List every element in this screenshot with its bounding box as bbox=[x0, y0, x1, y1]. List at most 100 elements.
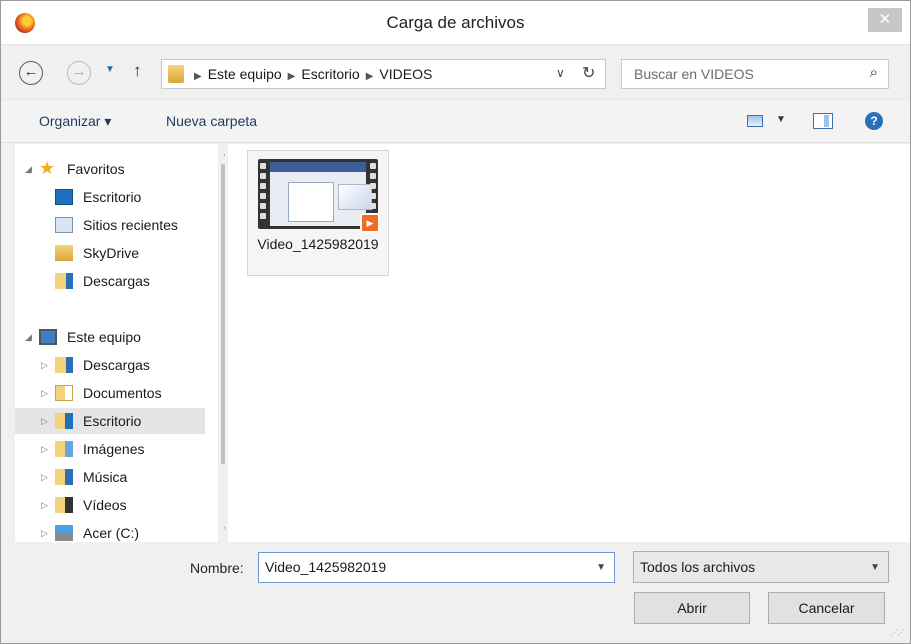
tree-label: Documentos bbox=[83, 385, 162, 401]
tree-label: Favoritos bbox=[67, 161, 125, 177]
skydrive-folder-icon bbox=[55, 245, 73, 261]
tree-item-descargas-fav[interactable]: Descargas bbox=[15, 268, 205, 294]
nav-scrollbar[interactable]: ∧ ∨ bbox=[218, 144, 225, 542]
tree-item-acer-c[interactable]: ▷ Acer (C:) bbox=[15, 520, 205, 542]
collapsed-arrow-icon[interactable]: ▷ bbox=[41, 436, 48, 462]
tree-label: Este equipo bbox=[67, 329, 141, 345]
up-button[interactable]: ↑ bbox=[133, 61, 142, 81]
tree-label: Descargas bbox=[83, 357, 150, 373]
search-input[interactable]: Buscar en VIDEOS bbox=[634, 66, 754, 82]
tree-item-documentos[interactable]: ▷ Documentos bbox=[15, 380, 205, 406]
view-options-dropdown[interactable]: ▼ bbox=[776, 114, 786, 125]
filename-input[interactable]: Video_1425982019 ▼ bbox=[258, 552, 615, 583]
collapsed-arrow-icon[interactable]: ▷ bbox=[41, 380, 48, 406]
film-strip bbox=[260, 163, 266, 225]
drive-icon bbox=[55, 525, 73, 541]
tree-favorites[interactable]: ◢ ★ Favoritos bbox=[15, 156, 205, 182]
expanded-arrow-icon[interactable]: ◢ bbox=[25, 324, 32, 350]
back-button[interactable]: ← bbox=[19, 61, 43, 85]
tree-label: Sitios recientes bbox=[83, 217, 178, 233]
cancel-button[interactable]: Cancelar bbox=[768, 592, 885, 624]
desktop-icon bbox=[55, 189, 73, 205]
file-item-video[interactable]: ▶ Video_1425982019 bbox=[247, 150, 389, 276]
tree-item-skydrive[interactable]: SkyDrive bbox=[15, 240, 205, 266]
tree-item-musica[interactable]: ▷ Música bbox=[15, 464, 205, 490]
tree-label: Acer (C:) bbox=[83, 525, 139, 541]
filename-label: Nombre: bbox=[190, 560, 244, 576]
file-type-value: Todos los archivos bbox=[640, 559, 756, 575]
organize-menu[interactable]: Organizar ▾ bbox=[39, 113, 111, 130]
tree-item-escritorio-fav[interactable]: Escritorio bbox=[15, 184, 205, 210]
tree-label: Imágenes bbox=[83, 441, 145, 457]
file-list: ▶ Video_1425982019 bbox=[228, 144, 910, 542]
star-icon: ★ bbox=[39, 158, 56, 178]
documents-folder-icon bbox=[55, 385, 73, 401]
address-dropdown-icon[interactable]: ∨ bbox=[556, 66, 565, 80]
resize-grip-icon[interactable]: ⋰⋰ bbox=[890, 628, 905, 637]
tree-item-videos[interactable]: ▷ Vídeos bbox=[15, 492, 205, 518]
tree-label: Música bbox=[83, 469, 128, 485]
navigation-row: ← → ▼ ↑ ▶ Este equipo ▶ Escritorio ▶ VIDEOS ∨… bbox=[1, 53, 910, 93]
open-button[interactable]: Abrir bbox=[634, 592, 750, 624]
scroll-down-icon[interactable]: ∨ bbox=[223, 525, 225, 536]
recent-locations-dropdown[interactable]: ▼ bbox=[105, 64, 115, 75]
search-icon[interactable]: ⌕ bbox=[870, 64, 878, 81]
tree-label: Escritorio bbox=[83, 413, 142, 429]
tree-label: Vídeos bbox=[83, 497, 127, 513]
pictures-folder-icon bbox=[55, 441, 73, 457]
thumbnail-chart bbox=[338, 184, 372, 210]
collapsed-arrow-icon[interactable]: ▷ bbox=[41, 520, 48, 542]
forward-button[interactable]: → bbox=[67, 61, 91, 85]
tree-label: Descargas bbox=[83, 273, 150, 289]
recent-places-icon bbox=[55, 217, 73, 233]
videos-folder-icon bbox=[55, 497, 73, 513]
folder-icon bbox=[168, 65, 184, 83]
scroll-up-icon[interactable]: ∧ bbox=[223, 148, 225, 159]
help-icon[interactable]: ? bbox=[865, 112, 883, 130]
collapsed-arrow-icon[interactable]: ▷ bbox=[41, 352, 48, 378]
address-bar[interactable]: ▶ Este equipo ▶ Escritorio ▶ VIDEOS ∨ ↻ bbox=[161, 59, 606, 89]
thumbnail-screen bbox=[270, 162, 372, 226]
expanded-arrow-icon[interactable]: ◢ bbox=[25, 156, 32, 182]
navigation-pane: ◢ ★ Favoritos Escritorio Sitios reciente… bbox=[15, 144, 225, 542]
play-icon: ▶ bbox=[360, 213, 380, 233]
search-box[interactable]: Buscar en VIDEOS ⌕ bbox=[621, 59, 889, 89]
breadcrumb-escritorio[interactable]: Escritorio bbox=[301, 66, 359, 82]
chevron-right-icon: ▶ bbox=[194, 71, 202, 82]
breadcrumb-este-equipo[interactable]: Este equipo bbox=[208, 66, 282, 82]
collapsed-arrow-icon[interactable]: ▷ bbox=[41, 464, 48, 490]
desktop-folder-icon bbox=[55, 413, 73, 429]
file-upload-dialog: Carga de archivos ✕ ← → ▼ ↑ ▶ Este equipo… bbox=[0, 0, 911, 644]
tree-label: Escritorio bbox=[83, 189, 142, 205]
preview-pane-icon[interactable] bbox=[813, 113, 833, 129]
chevron-right-icon: ▶ bbox=[365, 71, 374, 82]
title-bar: Carga de archivos ✕ bbox=[1, 1, 910, 45]
thumbnail-panel bbox=[288, 182, 334, 222]
tree-item-escritorio[interactable]: ▷ Escritorio bbox=[15, 408, 205, 434]
refresh-icon[interactable]: ↻ bbox=[582, 63, 595, 83]
downloads-folder-icon bbox=[55, 357, 73, 373]
music-folder-icon bbox=[55, 469, 73, 485]
chevron-right-icon: ▶ bbox=[287, 71, 296, 82]
breadcrumb: ▶ Este equipo ▶ Escritorio ▶ VIDEOS bbox=[188, 66, 432, 82]
new-folder-button[interactable]: Nueva carpeta bbox=[166, 113, 257, 129]
close-button[interactable]: ✕ bbox=[868, 8, 902, 32]
dialog-title: Carga de archivos bbox=[386, 13, 525, 32]
breadcrumb-videos[interactable]: VIDEOS bbox=[379, 66, 432, 82]
tree-item-sitios-recientes[interactable]: Sitios recientes bbox=[15, 212, 205, 238]
tree-label: SkyDrive bbox=[83, 245, 140, 261]
change-view-icon[interactable] bbox=[747, 115, 763, 127]
tree-this-pc[interactable]: ◢ Este equipo bbox=[15, 324, 205, 350]
collapsed-arrow-icon[interactable]: ▷ bbox=[41, 408, 48, 434]
downloads-folder-icon bbox=[55, 273, 73, 289]
chevron-down-icon[interactable]: ▼ bbox=[596, 562, 606, 573]
video-thumbnail: ▶ bbox=[258, 159, 380, 233]
tree-item-descargas[interactable]: ▷ Descargas bbox=[15, 352, 205, 378]
file-type-select[interactable]: Todos los archivos ▼ bbox=[633, 551, 889, 583]
file-name: Video_1425982019 bbox=[257, 236, 379, 252]
filename-value[interactable]: Video_1425982019 bbox=[265, 559, 386, 575]
chevron-down-icon[interactable]: ▼ bbox=[870, 562, 880, 573]
collapsed-arrow-icon[interactable]: ▷ bbox=[41, 492, 48, 518]
tree-item-imagenes[interactable]: ▷ Imágenes bbox=[15, 436, 205, 462]
scroll-thumb[interactable] bbox=[221, 164, 225, 464]
